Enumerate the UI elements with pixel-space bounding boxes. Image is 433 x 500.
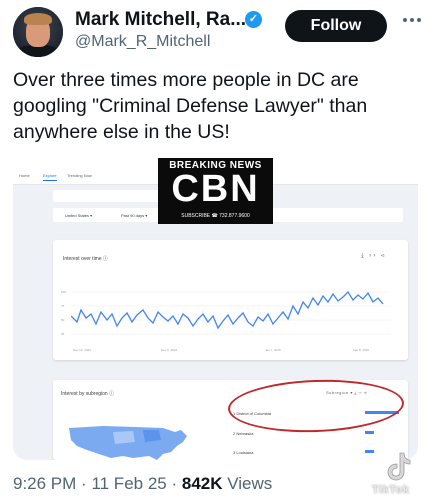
us-map [69,426,187,460]
tweet-header: Mark Mitchell, Ra... ✓ @Mark_R_Mitchell … [0,0,433,62]
tweet-time[interactable]: 9:26 PM [13,474,76,493]
verified-badge-icon: ✓ [245,11,262,28]
tiktok-icon [387,452,411,481]
interest-over-time-card: Interest over time ⓘ ⤓ ‹› ⋖ 100 75 50 25… [53,240,408,360]
tweet-date[interactable]: 11 Feb 25 [91,474,166,493]
y-tick: 50 [61,318,65,322]
y-tick: 25 [61,332,65,336]
region-bar [365,431,375,434]
logo-cbn: CBN [171,168,260,210]
follow-button[interactable]: Follow [285,10,387,42]
tweet-meta: 9:26 PM · 11 Feb 25 · 842K Views [13,474,273,493]
cbn-logo: BREAKING NEWS CBN SUBSCRIBE ☎ 732.877.96… [158,158,273,224]
y-tick: 75 [61,304,65,308]
author-handle[interactable]: @Mark_R_Mitchell [75,33,210,51]
logo-subscribe: SUBSCRIBE ☎ 732.877.9600 [181,213,250,219]
region-row[interactable]: 2 Nebraska [233,431,253,436]
time-filter[interactable]: Past 90 days ▾ [121,213,147,218]
region-filter[interactable]: United States ▾ [65,213,92,218]
interest-by-subregion-title: Interest by subregion ⓘ [61,391,115,397]
interest-over-time-title: Interest over time ⓘ [63,256,109,262]
author-name[interactable]: Mark Mitchell, Ra... [75,9,246,31]
tweet-text: Over three times more people in DC are g… [13,69,368,143]
x-tick: Jan 7, 2025 [265,348,281,352]
views-count: 842K [181,474,223,493]
tab-home[interactable]: Home [19,173,30,178]
interest-over-time-line [71,290,391,335]
tab-trending-now[interactable]: Trending Now [67,173,92,178]
y-tick: 100 [61,290,67,294]
region-bar [365,450,374,453]
tab-explore[interactable]: Explore [43,173,57,181]
avatar[interactable] [13,7,63,57]
x-tick: Feb 8, 2025 [353,348,370,352]
x-tick: Nov 12, 2024 [73,348,91,352]
search-term-box[interactable] [53,190,173,202]
views-label: Views [227,474,273,493]
region-row[interactable]: 3 Louisiana [233,450,253,455]
more-options-icon[interactable] [403,18,425,32]
x-tick: Dec 6, 2024 [161,348,178,352]
chart-actions[interactable]: ⤓ ‹› ⋖ [361,253,386,260]
tiktok-watermark: TikTok [372,484,410,496]
